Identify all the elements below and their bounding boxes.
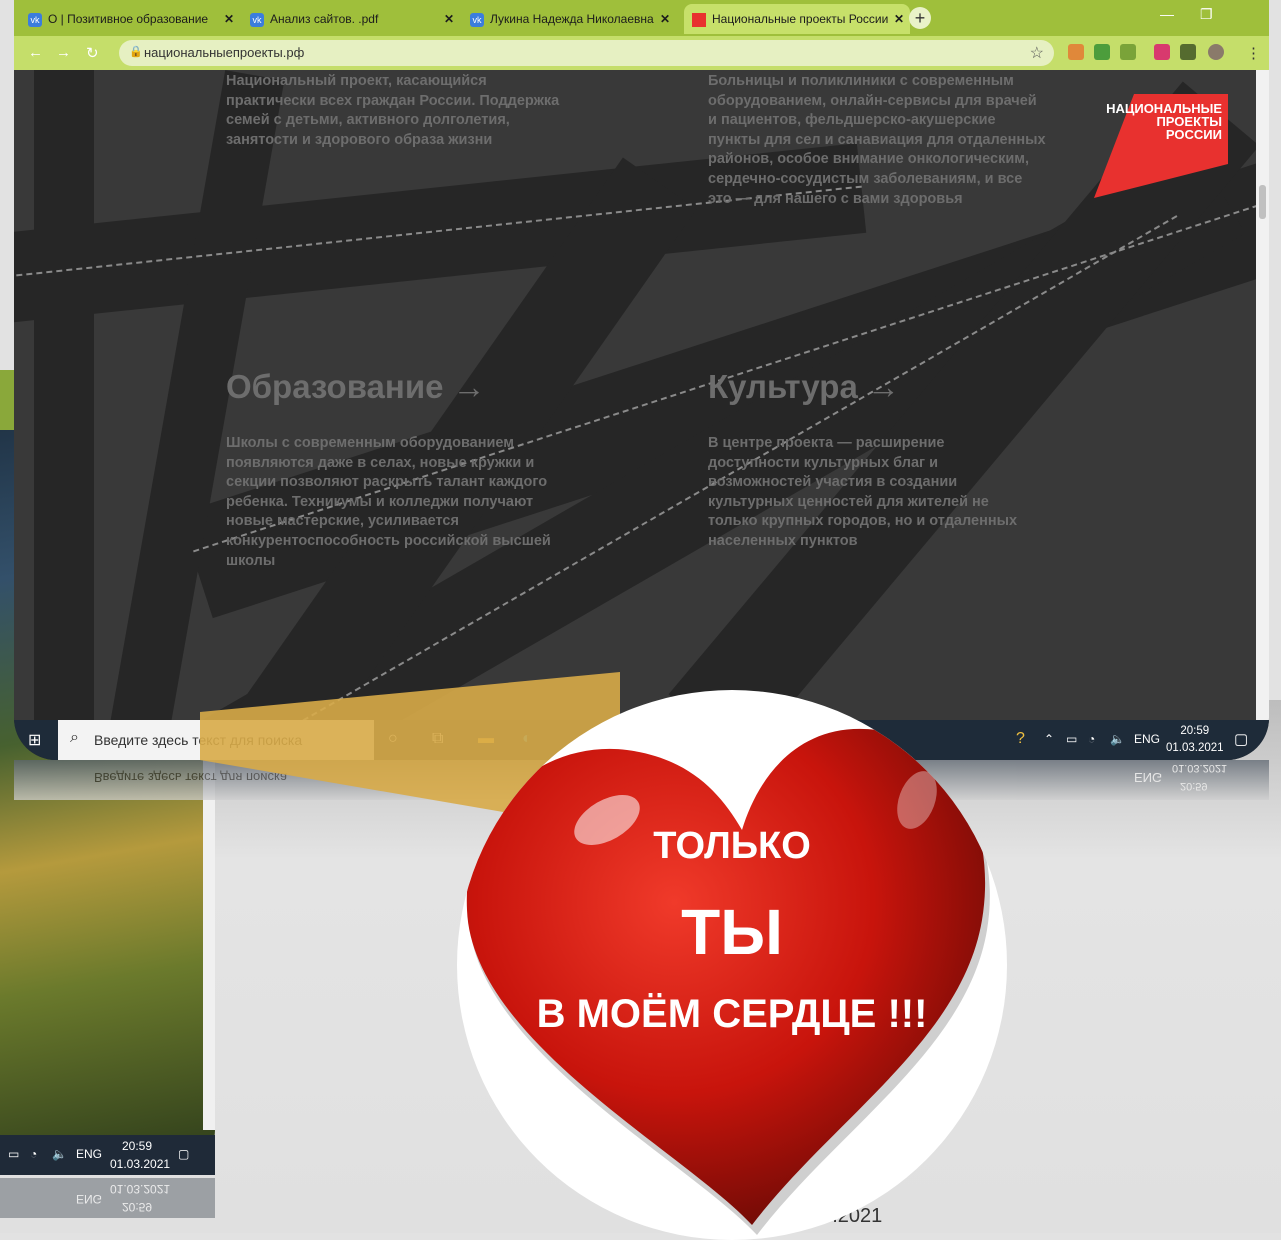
- reflection-date: 01.03.2021: [110, 1182, 171, 1196]
- address-bar[interactable]: 🔒 национальныепроекты.рф ☆: [119, 40, 1054, 66]
- clock-date: 01.03.2021: [1166, 742, 1224, 754]
- heart-line-3: В МОЁМ СЕРДЦЕ !!!: [536, 992, 928, 1036]
- clock-time: 20:59: [122, 1139, 153, 1153]
- notifications-icon[interactable]: ▢: [1234, 730, 1248, 748]
- new-tab-button[interactable]: +: [909, 7, 931, 29]
- minimize-icon[interactable]: —: [1160, 6, 1174, 22]
- social-project-text: Национальный проект, касающийся практиче…: [226, 73, 560, 148]
- back-arrow-icon[interactable]: ←: [28, 44, 43, 61]
- healthcare-project-text: Больницы и поликлиники с современным обо…: [708, 73, 1046, 207]
- flag-icon: [692, 12, 706, 27]
- extension-icon[interactable]: [1154, 44, 1170, 60]
- education-link[interactable]: Образование →: [226, 368, 486, 406]
- page-scrollbar[interactable]: [1256, 70, 1269, 720]
- extension-icon[interactable]: [1068, 44, 1084, 60]
- speaker-icon[interactable]: 🔈: [1110, 732, 1125, 746]
- search-icon: ⌕: [70, 729, 79, 746]
- heart-line-1: ТОЛЬКО: [653, 825, 811, 867]
- logo-text: НАЦИОНАЛЬНЫЕ ПРОЕКТЫ РОССИИ: [1106, 102, 1222, 141]
- battery-icon: ▭: [8, 1147, 20, 1161]
- speaker-icon: 🔈: [52, 1147, 67, 1161]
- language-indicator[interactable]: ENG: [1134, 732, 1160, 746]
- battery-icon[interactable]: ▭: [1066, 732, 1077, 746]
- url-text[interactable]: национальныепроекты.рф: [144, 45, 304, 60]
- browser-window: vk О | Позитивное образование ✕ vk Анализ …: [14, 0, 1269, 760]
- clock-date: 01.03.2021: [110, 1157, 171, 1171]
- network-icon: ◔: [30, 1147, 38, 1161]
- reflection-date: 01.03.2021: [1172, 762, 1228, 774]
- windows-start-icon[interactable]: ⊞: [28, 730, 41, 750]
- reflection-language: ENG: [1134, 770, 1163, 785]
- reload-icon[interactable]: ↻: [86, 44, 99, 62]
- road: [34, 70, 94, 720]
- tab-label: Анализ сайтов. .pdf: [270, 12, 379, 26]
- forward-arrow-icon[interactable]: →: [56, 44, 71, 61]
- clock-time: 20:59: [1180, 725, 1210, 737]
- extension-icon[interactable]: [1120, 44, 1136, 60]
- bookmark-star-icon[interactable]: ☆: [1030, 43, 1044, 63]
- network-icon[interactable]: ◔: [1088, 732, 1095, 746]
- menu-icon[interactable]: ⋮: [1246, 44, 1261, 62]
- avatar[interactable]: [1208, 44, 1224, 60]
- heart-badge: ТОЛЬКО ТЫ В МОЁМ СЕРДЦЕ !!!: [457, 690, 1007, 1240]
- tab-label: Национальные проекты России: [712, 12, 889, 26]
- scrollbar-thumb[interactable]: [1259, 185, 1266, 219]
- tab-bar: vk О | Позитивное образование ✕ vk Анализ …: [14, 0, 1269, 36]
- vk-icon: vk: [250, 12, 264, 27]
- reflection-time: 20:59: [122, 1200, 153, 1214]
- notifications-icon[interactable]: ▢: [178, 1147, 189, 1161]
- language-indicator[interactable]: ENG: [76, 1147, 102, 1161]
- reflection-search: Введите здесь текст для поиска: [94, 770, 288, 785]
- background-taskbar-reflection: ENG 20:59 01.03.2021: [0, 1178, 215, 1218]
- tab-national-projects[interactable]: Национальные проекты России ✕: [684, 4, 910, 34]
- tab-positive-education[interactable]: vk О | Позитивное образование ✕: [28, 4, 240, 34]
- logo-line: РОССИИ: [1165, 127, 1222, 142]
- web-page: Национальный проект, касающийся практиче…: [14, 70, 1256, 720]
- reflection-language: ENG: [76, 1192, 103, 1206]
- culture-link[interactable]: Культура →: [708, 368, 900, 406]
- education-text: Школы с современным оборудованием появля…: [226, 435, 551, 569]
- close-icon[interactable]: ✕: [224, 4, 234, 34]
- vk-icon: vk: [28, 12, 42, 27]
- tab-label: О | Позитивное образование: [48, 12, 209, 26]
- national-projects-logo[interactable]: НАЦИОНАЛЬНЫЕ ПРОЕКТЫ РОССИИ: [1094, 94, 1228, 198]
- close-icon[interactable]: ✕: [660, 4, 670, 34]
- help-icon[interactable]: ?: [1016, 730, 1025, 748]
- lock-icon: 🔒: [129, 46, 143, 58]
- chevron-up-icon[interactable]: ⌃: [1044, 732, 1054, 746]
- culture-text: В центре проекта — расширение доступност…: [708, 435, 1018, 549]
- tab-label: Лукина Надежда Николаевна: [490, 12, 654, 26]
- tab-site-analysis[interactable]: vk Анализ сайтов. .pdf ✕: [250, 4, 460, 34]
- heart-line-2: ТЫ: [681, 896, 783, 968]
- close-icon[interactable]: ✕: [894, 4, 904, 34]
- vk-icon: vk: [470, 12, 484, 27]
- extension-icon[interactable]: [1094, 44, 1110, 60]
- clock[interactable]: 20:59 01.03.2021: [1166, 723, 1224, 757]
- address-bar-row: ← → ↻ 🔒 национальныепроекты.рф ☆ ⋮: [14, 36, 1269, 70]
- puzzle-icon[interactable]: [1180, 44, 1196, 60]
- tab-lukina[interactable]: vk Лукина Надежда Николаевна ✕: [470, 4, 676, 34]
- reflection-time: 20:59: [1180, 780, 1208, 792]
- close-icon[interactable]: ✕: [444, 4, 454, 34]
- maximize-icon[interactable]: ❐: [1200, 6, 1213, 23]
- background-taskbar: ▭ ◔ 🔈 ENG 20:59 01.03.2021 ▢: [0, 1135, 215, 1175]
